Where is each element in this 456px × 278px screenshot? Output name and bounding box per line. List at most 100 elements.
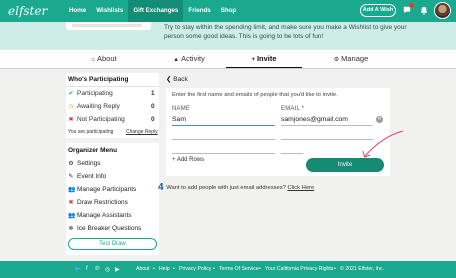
awaiting-reply-row[interactable]: ◷ Awaiting Reply 0: [68, 103, 156, 110]
nav-friends[interactable]: Friends: [183, 0, 215, 22]
participating-label: Participating: [77, 90, 113, 97]
footer-sep: •: [259, 266, 261, 272]
nav-gift-exchanges[interactable]: Gift Exchanges: [128, 0, 184, 22]
avatar[interactable]: [434, 2, 451, 19]
tab-activity-label: Activity: [181, 54, 205, 63]
back-label: Back: [173, 76, 188, 83]
nav-wishlists[interactable]: Wishlists: [91, 0, 128, 22]
back-link[interactable]: ❮ Back: [166, 75, 188, 83]
footer-sep: •: [213, 266, 215, 272]
tab-manage-label: Manage: [341, 54, 369, 63]
elfster-logo[interactable]: elfster: [8, 4, 64, 18]
menu-event-info[interactable]: ✎ Event Info: [68, 173, 106, 180]
tab-activity[interactable]: ▲ Activity: [166, 50, 212, 68]
hero-message: Try to stay within the spending limit, a…: [164, 24, 407, 40]
awaiting-reply-label: Awaiting Reply: [77, 103, 120, 110]
footer-sep: •: [173, 266, 175, 272]
gear-icon: ⚙: [333, 57, 340, 63]
footer-sep: •: [153, 266, 155, 272]
footer-terms-link[interactable]: Terms Of Service: [219, 266, 259, 272]
test-draw-button[interactable]: Test Draw: [68, 238, 157, 250]
nav-home[interactable]: Home: [64, 0, 91, 22]
tab-divider: [0, 68, 456, 69]
menu-ice-breaker-label: Ice Breaker Questions: [77, 225, 142, 232]
bell-icon[interactable]: [420, 6, 428, 15]
pinterest-icon[interactable]: ℗: [95, 266, 99, 272]
name-label: NAME: [172, 106, 191, 112]
event-card-image: [66, 22, 151, 30]
email-input-underline: [281, 125, 373, 126]
menu-draw-restrictions[interactable]: ✖ Draw Restrictions: [68, 199, 128, 206]
event-tabs: ⌂ About ▲ Activity + Invite ⚙ Manage: [0, 50, 456, 69]
participation-title: Who's Participating: [68, 76, 129, 83]
tab-about[interactable]: ⌂ About: [84, 50, 124, 68]
copyright: © 2021 Elfster, Inc.: [340, 266, 384, 272]
x-icon: ✖: [68, 117, 74, 123]
menu-draw-restrictions-label: Draw Restrictions: [77, 199, 128, 206]
name-input-underline: [172, 125, 275, 126]
click-here-link[interactable]: Click Here: [287, 185, 314, 191]
x-icon: ✖: [68, 200, 74, 206]
organizer-menu-panel: Organizer Menu ⚙ Settings ✎ Event Info 👥 Ma…: [66, 143, 159, 255]
name-input-2[interactable]: [172, 139, 275, 140]
email-input[interactable]: samjones@gmail.com: [281, 116, 348, 123]
participating-row[interactable]: ✔ Participating 1: [68, 90, 156, 97]
tab-invite[interactable]: + Invite: [226, 50, 302, 69]
menu-manage-assistants-label: Manage Assistants: [77, 212, 132, 219]
not-participating-label: Not Participating: [77, 116, 125, 123]
message-badge: [409, 3, 414, 8]
menu-event-info-label: Event Info: [77, 173, 107, 180]
invite-instructions: Enter the first name and emails of peopl…: [172, 92, 338, 98]
check-icon: ✔: [68, 91, 74, 97]
footer-privacy-link[interactable]: Privacy Policy: [179, 266, 211, 272]
menu-ice-breaker[interactable]: ❄ Ice Breaker Questions: [68, 225, 141, 232]
menu-manage-assistants[interactable]: 👥 Manage Assistants: [68, 212, 132, 219]
pencil-icon: ✎: [68, 174, 74, 180]
organizer-menu-title: Organizer Menu: [68, 147, 118, 154]
instagram-icon[interactable]: ◎: [105, 266, 110, 273]
name-input-3[interactable]: [172, 153, 275, 154]
footer-about-link[interactable]: About: [136, 266, 150, 272]
invite-button[interactable]: Invite: [306, 158, 384, 172]
menu-manage-participants-label: Manage Participants: [77, 186, 137, 193]
users-icon: 👥: [68, 213, 76, 219]
menu-settings-label: Settings: [77, 160, 101, 167]
email-only-text: Want to add people with just email addre…: [166, 185, 286, 191]
footer-sep: •: [334, 266, 336, 272]
menu-manage-participants[interactable]: 👥 Manage Participants: [68, 186, 136, 193]
not-participating-count: 0: [151, 116, 155, 123]
tab-manage[interactable]: ⚙ Manage: [326, 50, 376, 68]
add-rows-link[interactable]: + Add Rows: [172, 157, 204, 163]
footer: 🐦 f ℗ ◎ ▶ About • Help • Privacy Policy …: [0, 261, 456, 278]
snowflake-icon: ❄: [68, 226, 74, 232]
tab-about-label: About: [97, 54, 117, 63]
plus-icon: +: [251, 57, 255, 63]
annotation-number: 4: [158, 182, 164, 193]
bell-icon: ▲: [173, 57, 180, 63]
tab-invite-label: Invite: [256, 54, 277, 63]
annotation-arrow-icon: [362, 130, 404, 158]
not-participating-row[interactable]: ✖ Not Participating 0: [68, 116, 156, 123]
name-input[interactable]: Sam: [172, 116, 186, 123]
divider: [66, 86, 159, 87]
participation-panel: Who's Participating ✔ Participating 1 ◷ …: [66, 73, 159, 138]
change-reply-link[interactable]: Change Reply: [126, 129, 158, 135]
users-icon: 👥: [68, 187, 76, 193]
youtube-icon[interactable]: ▶: [115, 266, 120, 273]
footer-help-link[interactable]: Help: [159, 266, 170, 272]
clear-icon[interactable]: ✕: [376, 116, 383, 123]
awaiting-reply-count: 0: [151, 103, 155, 110]
email-only-prompt: 4 Want to add people with just email add…: [158, 181, 314, 193]
nav-shop[interactable]: Shop: [216, 0, 241, 22]
facebook-icon[interactable]: f: [86, 266, 88, 272]
email-input-3[interactable]: [281, 153, 303, 154]
participating-count: 1: [151, 90, 155, 97]
footer-california-link[interactable]: Your California Privacy Rights: [265, 266, 333, 272]
top-nav: elfster Home Wishlists Gift Exchanges Fr…: [0, 0, 456, 22]
menu-settings[interactable]: ⚙ Settings: [68, 160, 101, 167]
home-icon: ⌂: [91, 57, 95, 63]
email-label: EMAIL *: [281, 106, 305, 112]
twitter-icon[interactable]: 🐦: [74, 266, 81, 273]
you-participating-text: You are participating: [68, 129, 114, 135]
add-wish-button[interactable]: Add A Wish: [360, 4, 396, 17]
